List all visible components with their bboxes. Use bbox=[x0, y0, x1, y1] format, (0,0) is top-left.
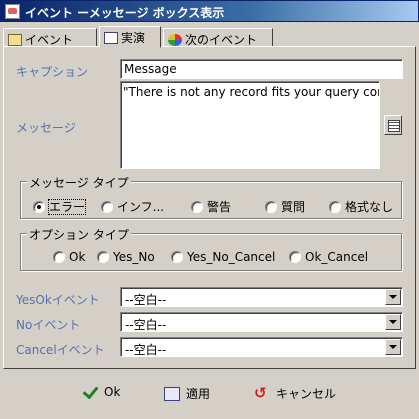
chevron-down-icon[interactable] bbox=[385, 314, 401, 330]
caption-label: キャプション bbox=[16, 65, 89, 79]
tab-panel: キャプション Message メッセージ "There is not any r… bbox=[3, 46, 416, 369]
message-type-options: エラー インフ... 警告 質問 格式なし bbox=[21, 198, 401, 216]
window-title: イベント ーメッセージ ボックス表示 bbox=[25, 6, 225, 20]
yesok-event-select[interactable]: --空白-- bbox=[120, 287, 403, 307]
tab-next-event[interactable]: 次のイベント bbox=[163, 28, 273, 47]
radio-dot bbox=[191, 201, 203, 213]
radio-warning[interactable]: 警告 bbox=[191, 198, 231, 215]
apply-icon bbox=[164, 387, 180, 401]
radio-ok[interactable]: Ok bbox=[53, 250, 85, 264]
no-event-value: --空白-- bbox=[125, 318, 167, 332]
message-type-title: メッセージ タイプ bbox=[27, 174, 131, 191]
radio-dot bbox=[53, 251, 65, 263]
dialog-footer: Ok 適用 キャンセル bbox=[0, 370, 419, 419]
option-type-options: Ok Yes_No Yes_No_Cancel Ok_Cancel bbox=[21, 250, 401, 268]
action-icon bbox=[104, 32, 118, 44]
yesok-event-label: YesOkイベント bbox=[16, 293, 100, 307]
option-type-group: オプション タイプ Ok Yes_No Yes_No_Cancel Ok_Can… bbox=[20, 226, 402, 271]
radio-ok-label: Ok bbox=[69, 250, 86, 264]
radio-none-label: 格式なし bbox=[345, 200, 394, 214]
cancel-event-select[interactable]: --空白-- bbox=[120, 337, 403, 357]
yesok-event-value: --空白-- bbox=[125, 293, 167, 307]
radio-ok-cancel-label: Ok_Cancel bbox=[305, 250, 369, 264]
radio-dot bbox=[33, 201, 45, 213]
radio-info[interactable]: インフ... bbox=[101, 198, 164, 215]
radio-dot bbox=[171, 251, 183, 263]
message-editor-button[interactable] bbox=[384, 115, 402, 135]
radio-yes-no-cancel-label: Yes_No_Cancel bbox=[187, 250, 276, 264]
ok-button-label: Ok bbox=[104, 385, 121, 399]
radio-yes-no-cancel[interactable]: Yes_No_Cancel bbox=[171, 250, 275, 264]
option-type-title: オプション タイプ bbox=[27, 226, 131, 243]
ok-button[interactable]: Ok bbox=[82, 385, 120, 405]
radio-dot bbox=[265, 201, 277, 213]
undo-icon bbox=[254, 384, 270, 402]
chevron-down-icon[interactable] bbox=[385, 289, 401, 305]
radio-yes-no[interactable]: Yes_No bbox=[97, 250, 155, 264]
cancel-button-label: キャンセル bbox=[276, 387, 337, 401]
cancel-button[interactable]: キャンセル bbox=[254, 384, 337, 405]
chevron-down-icon[interactable] bbox=[385, 339, 401, 355]
radio-question-label: 質問 bbox=[281, 200, 306, 214]
tab-action-label: 実演 bbox=[121, 31, 146, 45]
apply-button-label: 適用 bbox=[186, 387, 211, 401]
message-label: メッセージ bbox=[16, 121, 76, 135]
radio-dot bbox=[101, 201, 113, 213]
radio-dot bbox=[97, 251, 109, 263]
caption-input[interactable]: Message bbox=[120, 59, 403, 79]
message-type-group: メッセージ タイプ エラー インフ... 警告 質問 格式なし bbox=[20, 174, 402, 219]
radio-none[interactable]: 格式なし bbox=[329, 198, 393, 215]
radio-question[interactable]: 質問 bbox=[265, 198, 305, 215]
tab-event[interactable]: イベント bbox=[3, 28, 97, 47]
radio-error[interactable]: エラー bbox=[33, 198, 87, 215]
next-event-icon bbox=[168, 34, 182, 46]
title-bar[interactable]: イベント ーメッセージ ボックス表示 bbox=[0, 0, 419, 22]
no-event-label: Noイベント bbox=[16, 318, 81, 332]
radio-error-label: エラー bbox=[47, 199, 87, 215]
tab-action[interactable]: 実演 bbox=[99, 26, 161, 48]
tab-strip: イベント 実演 次のイベント bbox=[3, 26, 415, 48]
radio-warning-label: 警告 bbox=[207, 200, 232, 214]
radio-info-label: インフ... bbox=[117, 200, 165, 214]
radio-dot bbox=[329, 201, 341, 213]
radio-ok-cancel[interactable]: Ok_Cancel bbox=[289, 250, 368, 264]
radio-yes-no-label: Yes_No bbox=[113, 250, 155, 264]
cancel-event-value: --空白-- bbox=[125, 343, 167, 357]
event-icon bbox=[8, 34, 22, 46]
radio-dot bbox=[289, 251, 301, 263]
app-icon bbox=[5, 4, 20, 19]
checkmark-icon bbox=[82, 385, 98, 399]
tab-next-event-label: 次のイベント bbox=[185, 33, 258, 47]
tab-event-label: イベント bbox=[25, 33, 74, 47]
cancel-event-label: Cancelイベント bbox=[16, 343, 105, 357]
apply-button[interactable]: 適用 bbox=[164, 385, 210, 405]
no-event-select[interactable]: --空白-- bbox=[120, 312, 403, 332]
message-textarea[interactable]: "There is not any record fits your query… bbox=[120, 81, 380, 169]
